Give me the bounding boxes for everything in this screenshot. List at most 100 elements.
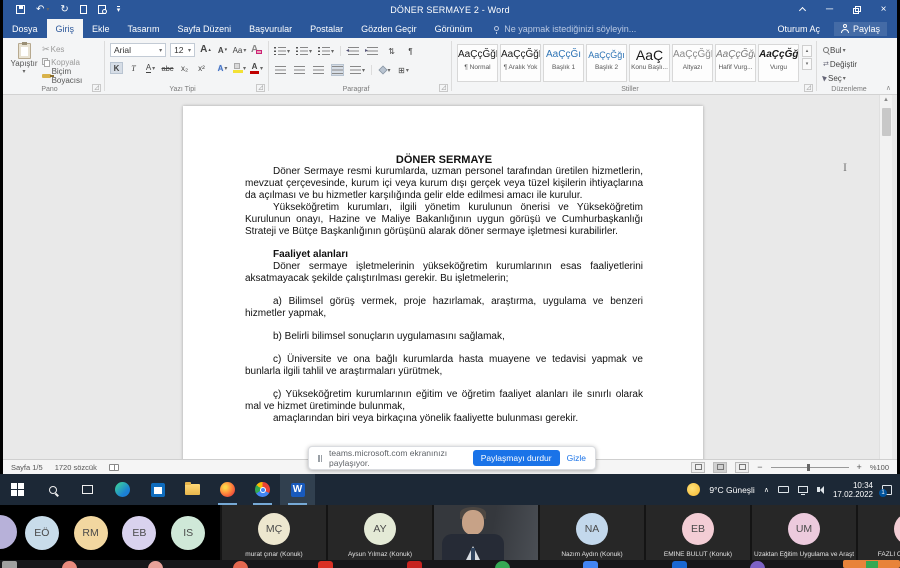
font-family-combo[interactable]: Arial▾: [110, 43, 166, 57]
zoom-slider[interactable]: [771, 467, 849, 468]
minimize-button[interactable]: ─: [816, 0, 843, 19]
ribbon-display-options-button[interactable]: [789, 0, 816, 19]
font-size-combo[interactable]: 12▾: [170, 43, 195, 57]
vertical-scrollbar[interactable]: ▲: [879, 95, 892, 459]
styles-scroll-down-button[interactable]: ▾: [802, 58, 812, 70]
dock-icon[interactable]: [62, 561, 77, 568]
zoom-slider-thumb[interactable]: [807, 464, 810, 471]
page-count[interactable]: Sayfa 1/5: [11, 463, 43, 472]
justify-button[interactable]: [331, 64, 344, 76]
select-button[interactable]: Seç▾: [823, 72, 875, 84]
sign-in-button[interactable]: Oturum Aç: [777, 24, 820, 34]
align-right-button[interactable]: [312, 64, 325, 76]
sort-button[interactable]: ⇅: [385, 45, 398, 57]
taskbar-search-button[interactable]: [35, 474, 70, 505]
decrease-indent-button[interactable]: ◂: [347, 45, 360, 57]
superscript-button[interactable]: x²: [195, 62, 208, 74]
participant-tile[interactable]: MÇ murat çınar (Konuk): [222, 505, 326, 560]
find-button[interactable]: Bul▾: [823, 44, 875, 56]
print-layout-button[interactable]: [713, 462, 727, 473]
print-preview-button[interactable]: [98, 5, 106, 14]
style-baslik-1[interactable]: AaÇçĞıBaşlık 1: [543, 44, 584, 82]
subscript-button[interactable]: x₂: [178, 62, 191, 74]
customize-quick-access-button[interactable]: ▾: [117, 6, 121, 13]
style-vurgu[interactable]: AaÇçĞğHıVurgu: [758, 44, 799, 82]
taskbar-store[interactable]: [140, 474, 175, 505]
align-left-button[interactable]: [274, 64, 287, 76]
hide-banner-link[interactable]: Gizle: [567, 453, 586, 463]
collapse-ribbon-button[interactable]: ∧: [886, 84, 891, 92]
dock-icon[interactable]: [318, 561, 333, 568]
zoom-in-button[interactable]: +: [857, 462, 862, 472]
start-button[interactable]: [0, 474, 35, 505]
repeat-button[interactable]: ↻: [60, 5, 68, 15]
dock-icon[interactable]: [233, 561, 248, 568]
font-color-button[interactable]: A▾: [250, 62, 263, 74]
taskbar-clock[interactable]: 10:34 17.02.2022: [833, 481, 873, 499]
styles-dialog-launcher[interactable]: ◿: [804, 84, 813, 92]
web-layout-button[interactable]: [735, 462, 749, 473]
paste-button[interactable]: Yapıştır ▾: [8, 43, 40, 81]
numbering-button[interactable]: ▾: [296, 45, 312, 57]
highlight-color-button[interactable]: ▾: [233, 62, 246, 74]
new-document-button[interactable]: [80, 5, 87, 14]
format-painter-button[interactable]: Biçim Boyacısı: [42, 70, 101, 82]
dock-icon[interactable]: [750, 561, 765, 568]
scrollbar-thumb[interactable]: [882, 108, 891, 136]
taskbar-word[interactable]: W: [280, 474, 315, 505]
clear-formatting-button[interactable]: A: [250, 44, 263, 56]
task-view-button[interactable]: [70, 474, 105, 505]
change-case-button[interactable]: Aa▾: [233, 44, 246, 56]
bold-button[interactable]: K: [110, 62, 123, 74]
increase-indent-button[interactable]: ▸: [366, 45, 379, 57]
document-area[interactable]: DÖNER SERMAYE Döner Sermaye resmi kuruml…: [3, 95, 897, 459]
tab-gorunum[interactable]: Görünüm: [426, 19, 482, 38]
multilevel-list-button[interactable]: ▾: [318, 45, 334, 57]
dock-icon[interactable]: [2, 561, 17, 568]
share-button[interactable]: Paylaş: [834, 22, 887, 36]
zoom-out-button[interactable]: −: [757, 462, 762, 472]
proofing-book-icon[interactable]: [109, 464, 119, 471]
italic-button[interactable]: T: [127, 62, 140, 74]
style-konu-basligi[interactable]: AaÇKonu Başlı...: [629, 44, 670, 82]
dock-icon[interactable]: [495, 561, 510, 568]
participant-tile[interactable]: UM Uzaktan Eğitim Uygulama ve Araştır...: [752, 505, 856, 560]
word-count[interactable]: 1720 sözcük: [55, 463, 97, 472]
paragraph-dialog-launcher[interactable]: ◿: [439, 84, 448, 92]
style-hafif-vurgu[interactable]: AaÇçĞğHıHafif Vurg...: [715, 44, 756, 82]
tab-postalar[interactable]: Postalar: [301, 19, 352, 38]
tab-basvurular[interactable]: Başvurular: [240, 19, 301, 38]
save-button[interactable]: [16, 5, 25, 14]
network-icon[interactable]: [798, 486, 808, 493]
font-dialog-launcher[interactable]: ◿: [256, 84, 265, 92]
taskbar-edge[interactable]: [105, 474, 140, 505]
clipboard-dialog-launcher[interactable]: ◿: [92, 84, 101, 92]
shrink-font-button[interactable]: A▾: [216, 44, 229, 56]
dock-icon[interactable]: [407, 561, 422, 568]
dock-icon[interactable]: [672, 561, 687, 568]
style-baslik-2[interactable]: AaÇçĞğıBaşlık 2: [586, 44, 627, 82]
taskbar-chrome[interactable]: [245, 474, 280, 505]
speaker-icon[interactable]: [817, 486, 824, 494]
bullets-button[interactable]: ▾: [274, 45, 290, 57]
participant-tile[interactable]: NA Nazım Aydın (Konuk): [540, 505, 644, 560]
tab-ekle[interactable]: Ekle: [83, 19, 119, 38]
style-altyazi[interactable]: AaÇçĞğHAltyazı: [672, 44, 713, 82]
participant-tile[interactable]: AY Aysun Yılmaz (Konuk): [328, 505, 432, 560]
styles-scroll-up-button[interactable]: ▴: [802, 45, 812, 57]
show-paragraph-marks-button[interactable]: ¶: [404, 45, 417, 57]
close-button[interactable]: ×: [870, 0, 897, 19]
keyboard-icon[interactable]: [778, 486, 789, 493]
line-spacing-button[interactable]: ▾: [350, 64, 365, 76]
cut-button[interactable]: ✂Kes: [42, 44, 101, 55]
grow-font-button[interactable]: A▴: [199, 44, 212, 56]
tab-sayfa-duzeni[interactable]: Sayfa Düzeni: [169, 19, 241, 38]
replace-button[interactable]: ⇄Değiştir: [823, 58, 875, 70]
participant-group-tile[interactable]: EÖ RM EB IS: [0, 505, 220, 560]
restore-button[interactable]: [843, 0, 870, 19]
tell-me-search[interactable]: Ne yapmak istediğinizi söyleyin...: [494, 19, 636, 38]
tab-tasarim[interactable]: Tasarım: [119, 19, 169, 38]
align-center-button[interactable]: [293, 64, 306, 76]
shading-button[interactable]: ▾: [378, 64, 391, 76]
tab-gozden-gecir[interactable]: Gözden Geçir: [352, 19, 426, 38]
